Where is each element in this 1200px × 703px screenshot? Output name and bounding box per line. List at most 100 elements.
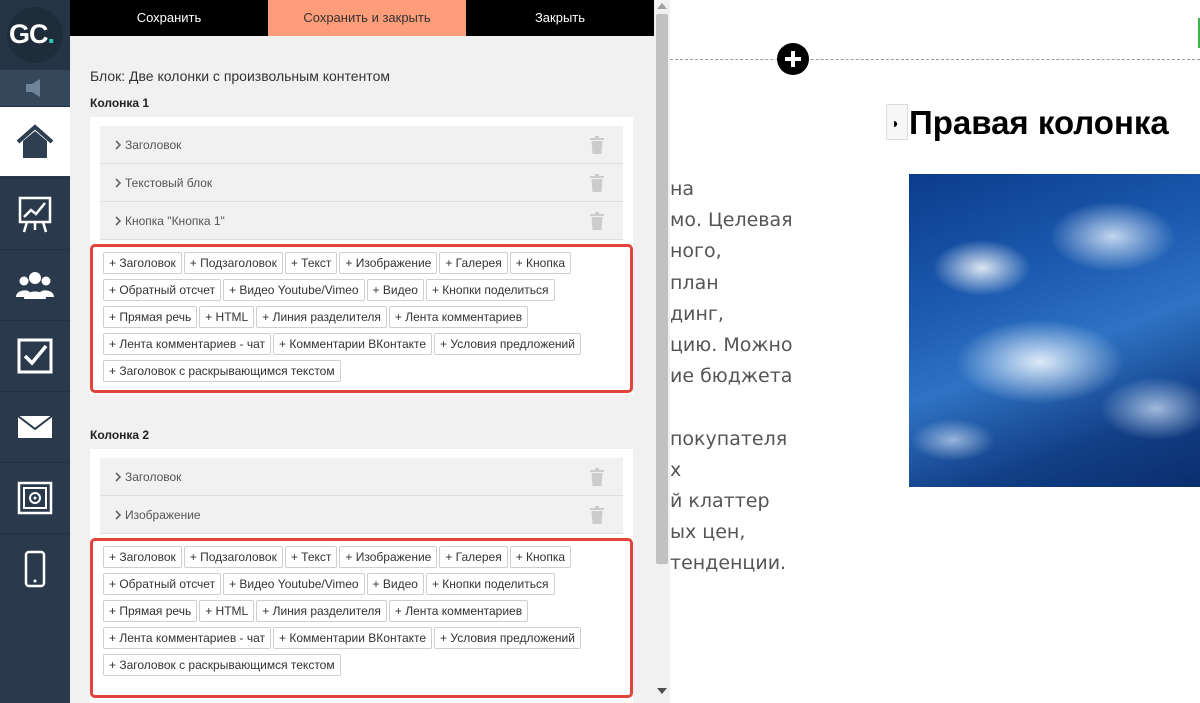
body-text-line: мо. Целевая	[670, 209, 793, 232]
add-element-button[interactable]: + Видео Youtube/Vimeo	[223, 573, 365, 595]
sidebar-item-mail[interactable]	[0, 391, 70, 461]
chevron-right-icon	[115, 510, 122, 520]
add-element-button[interactable]: + Лента комментариев	[388, 306, 529, 328]
add-block-plus-icon[interactable]	[777, 43, 809, 75]
mobile-icon	[24, 550, 46, 588]
add-element-button[interactable]: + HTML	[199, 306, 255, 328]
right-column-heading: Правая колонка	[909, 104, 1169, 141]
add-element-button[interactable]: + Кнопка	[509, 252, 572, 274]
add-element-button[interactable]: + Заголовок с раскрывающимся текстом	[103, 654, 341, 676]
add-element-button[interactable]: + Прямая речь	[103, 306, 198, 328]
sidebar-item-statistics[interactable]	[0, 178, 70, 248]
add-element-button[interactable]: + Комментарии ВКонтакте	[273, 333, 433, 355]
body-text-line: х	[670, 458, 682, 481]
left-sidebar: GC.	[0, 0, 70, 703]
editor-toolbar: Сохранить Сохранить и закрыть Закрыть	[70, 0, 654, 36]
trash-icon[interactable]	[589, 468, 605, 486]
add-element-button[interactable]: + Видео	[366, 279, 424, 301]
add-element-button[interactable]: + Галерея	[439, 546, 508, 568]
column-1-box: Заголовок Текстовый блок Кнопка "Кнопка …	[90, 117, 633, 395]
add-element-button[interactable]: + Кнопки поделиться	[425, 279, 555, 301]
close-button[interactable]: Закрыть	[466, 0, 654, 36]
scroll-up-arrow-icon[interactable]	[657, 3, 667, 9]
column-1-item-heading[interactable]: Заголовок	[100, 126, 623, 164]
add-element-button[interactable]: + Лента комментариев	[388, 600, 529, 622]
body-text-line: на	[670, 178, 695, 200]
add-element-button[interactable]: + Обратный отсчет	[103, 573, 222, 595]
block-separator	[670, 59, 1200, 60]
column-1-item-button[interactable]: Кнопка "Кнопка 1"	[100, 202, 623, 240]
add-element-button[interactable]: + Видео Youtube/Vimeo	[223, 279, 365, 301]
gc-logo[interactable]: GC.	[0, 0, 70, 70]
trash-icon[interactable]	[589, 174, 605, 192]
save-button[interactable]: Сохранить	[70, 0, 268, 36]
scroll-down-arrow-icon[interactable]	[657, 688, 667, 694]
item-label: Текстовый блок	[125, 176, 213, 190]
column-2-item-heading[interactable]: Заголовок	[100, 458, 623, 496]
add-element-button[interactable]: + Изображение	[339, 252, 438, 274]
sidebar-item-home[interactable]	[0, 106, 70, 176]
add-element-button[interactable]: + Текст	[284, 546, 338, 568]
home-icon	[16, 124, 54, 158]
sidebar-item-settings[interactable]	[0, 462, 70, 532]
contrast-icon: ◑	[890, 115, 899, 131]
panel-scrollbar[interactable]	[654, 0, 670, 703]
item-label: Изображение	[125, 508, 201, 522]
page-preview: ◑ Правая колонка на мо. Целевая ного, план д…	[670, 0, 1200, 703]
body-text-line: ие бюджета	[670, 365, 793, 388]
body-text-line: ых цен,	[670, 521, 746, 544]
body-text-line: покупателя	[670, 427, 788, 450]
chevron-right-icon	[115, 216, 122, 226]
add-element-button[interactable]: + Линия разделителя	[256, 306, 387, 328]
trash-icon[interactable]	[589, 212, 605, 230]
add-buttons-list: + Заголовок + Подзаголовок + Текст + Изобра…	[103, 252, 623, 387]
save-and-close-button[interactable]: Сохранить и закрыть	[268, 0, 466, 36]
body-text-line: динг,	[670, 302, 724, 325]
sound-toggle[interactable]	[0, 70, 70, 106]
chevron-right-icon	[115, 472, 122, 482]
add-element-button[interactable]: + Лента комментариев - чат	[103, 333, 272, 355]
add-element-button[interactable]: + Кнопка	[509, 546, 572, 568]
add-element-button[interactable]: + Изображение	[339, 546, 438, 568]
add-element-button[interactable]: + Подзаголовок	[183, 546, 283, 568]
trash-icon[interactable]	[589, 506, 605, 524]
add-element-button[interactable]: + Линия разделителя	[256, 600, 387, 622]
add-element-button[interactable]: + Условия предложений	[434, 333, 581, 355]
body-text-line: тенденции.	[670, 552, 787, 575]
contrast-toggle[interactable]: ◑	[886, 104, 908, 140]
add-element-button[interactable]: + Подзаголовок	[183, 252, 283, 274]
column-2-item-image[interactable]: Изображение	[100, 496, 623, 534]
megaphone-icon	[26, 79, 40, 97]
add-element-button[interactable]: + Комментарии ВКонтакте	[273, 627, 433, 649]
sidebar-item-mobile[interactable]	[0, 533, 70, 603]
add-element-button[interactable]: + Галерея	[439, 252, 508, 274]
add-element-button[interactable]: + Прямая речь	[103, 600, 198, 622]
users-icon	[16, 272, 54, 299]
block-title: Блок: Две колонки с произвольным контент…	[90, 68, 390, 84]
mail-icon	[17, 415, 53, 438]
add-element-button[interactable]: + Обратный отсчет	[103, 279, 222, 301]
body-text-line: ного,	[670, 240, 722, 263]
column-2-add-elements: + Заголовок + Подзаголовок + Текст + Изобра…	[90, 538, 633, 698]
add-element-button[interactable]: + Заголовок	[103, 546, 182, 568]
trash-icon[interactable]	[589, 136, 605, 154]
column-2-box: Заголовок Изображение + Заголовок + Подза…	[90, 449, 633, 703]
sidebar-item-users[interactable]	[0, 249, 70, 319]
item-label: Кнопка "Кнопка 1"	[125, 214, 225, 228]
add-element-button[interactable]: + Лента комментариев - чат	[103, 627, 272, 649]
add-element-button[interactable]: + Текст	[284, 252, 338, 274]
body-text-line: й клаттер	[670, 490, 770, 512]
scrollbar-thumb[interactable]	[656, 14, 668, 564]
column-1-item-text-block[interactable]: Текстовый блок	[100, 164, 623, 202]
sidebar-item-tasks[interactable]	[0, 320, 70, 390]
add-element-button[interactable]: + Кнопки поделиться	[425, 573, 555, 595]
add-element-button[interactable]: + Заголовок с раскрывающимся текстом	[103, 360, 341, 382]
column-2-title: Колонка 2	[90, 428, 150, 442]
add-element-button[interactable]: + Видео	[366, 573, 424, 595]
item-label: Заголовок	[125, 138, 182, 152]
column-1-add-elements: + Заголовок + Подзаголовок + Текст + Изобра…	[90, 244, 633, 393]
add-element-button[interactable]: + HTML	[199, 600, 255, 622]
add-element-button[interactable]: + Условия предложений	[434, 627, 581, 649]
add-element-button[interactable]: + Заголовок	[103, 252, 182, 274]
add-buttons-list: + Заголовок + Подзаголовок + Текст + Изобра…	[103, 546, 623, 681]
